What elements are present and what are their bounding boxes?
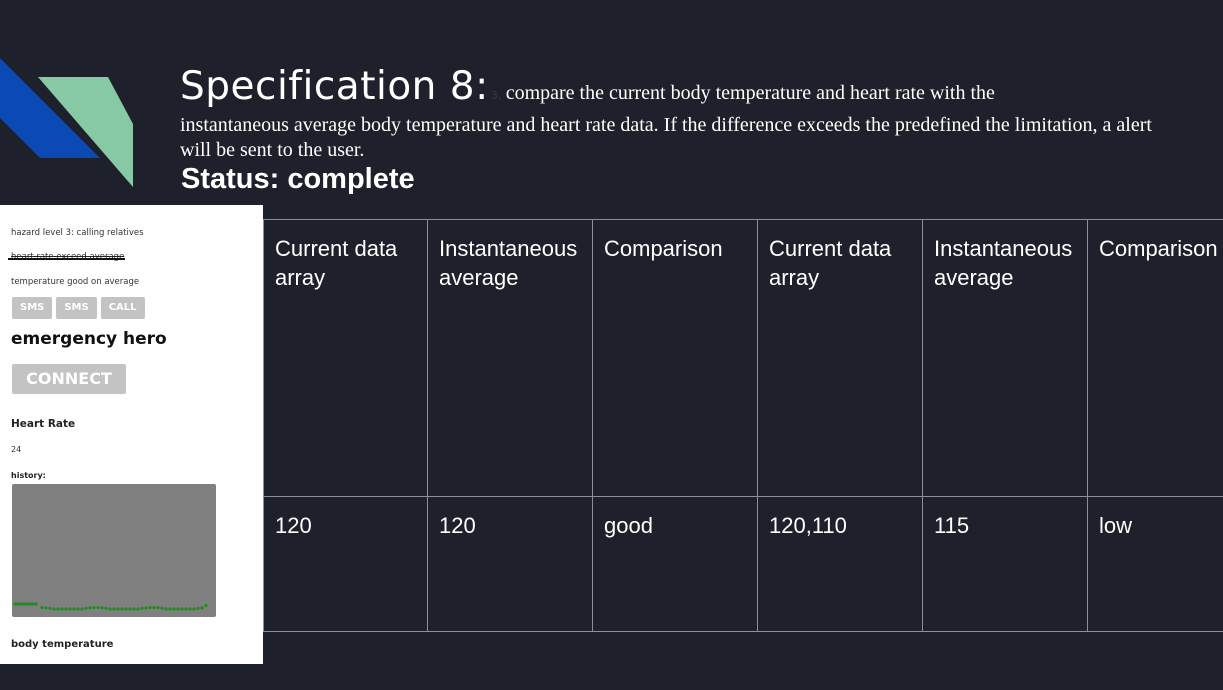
history-point [124,607,128,611]
history-point [104,606,108,610]
history-point [22,602,26,606]
history-point [120,607,124,611]
app-screenshot: hazard level 3: calling relatives heart … [0,205,263,664]
history-point [176,607,180,611]
history-point [184,607,188,611]
history-point [84,606,88,610]
history-point [168,607,172,611]
hazard-text: hazard level 3: calling relatives [11,228,144,238]
history-point [25,602,29,606]
history-point [19,602,23,606]
history-point [132,607,136,611]
history-point [204,603,208,608]
history-point [156,606,160,610]
history-point [160,606,164,610]
history-point [40,605,44,610]
temperature-status-text: temperature good on average [11,277,140,287]
call-button[interactable]: CALL [100,297,145,319]
history-point [52,607,56,611]
history-point [76,607,80,611]
history-point [44,606,48,610]
history-point [136,607,140,611]
table-header-cell: Current data array [263,219,427,496]
app-title: emergency hero [11,329,167,349]
history-point [188,607,192,611]
history-point [128,607,132,611]
table-header-cell: Comparison [592,219,757,496]
status-text: Status: complete [181,163,415,195]
table-cell: 120 [263,496,427,631]
description-text: instantaneous average body temperature a… [180,114,1152,161]
table-header-cell: Instantaneous average [922,219,1087,496]
connect-button[interactable]: CONNECT [12,364,126,394]
history-point [68,607,72,611]
history-label: history: [11,471,46,480]
heart-rate-label: Heart Rate [11,418,76,430]
history-point [200,606,204,610]
table-cell: 120,110 [757,496,922,631]
history-point [196,606,200,611]
history-point [144,606,148,610]
logo [0,58,133,187]
history-point [88,606,92,610]
table-cell: 120 [427,496,592,631]
history-point [164,607,168,611]
history-point [140,606,144,611]
table-bottom-border [263,631,1223,632]
body-temperature-label: body temperature [11,639,114,650]
history-point [80,607,84,611]
history-point [152,605,156,610]
history-point [31,602,35,606]
table-cell: good [592,496,757,631]
table-cell: 115 [922,496,1087,631]
page-title: Specification 8: [180,64,489,109]
history-point [13,602,17,606]
table-header-cell: Instantaneous average [427,219,592,496]
history-point [180,607,184,611]
history-point [48,606,52,610]
history-point [56,607,60,611]
history-point [108,607,112,611]
action-button-row: SMS SMS CALL [12,297,145,319]
history-point [96,605,100,610]
heart-rate-alert-text: heart rate exceed average [11,252,125,262]
history-point [28,602,32,606]
table-cell: low [1087,496,1223,631]
history-point [72,607,76,611]
history-point [116,607,120,611]
history-point [64,607,68,611]
table-header-cell: Comparison [1087,219,1223,496]
sms-button-2[interactable]: SMS [56,297,97,319]
alert-underline [8,258,125,260]
table-header-cell: Current data array [757,219,922,496]
history-point [60,607,64,611]
history-point [172,607,176,611]
history-point [34,602,38,606]
history-graph [12,484,216,617]
history-point [192,607,196,611]
history-point [92,605,96,610]
description-first-line: compare the current body temperature and… [505,82,995,104]
spec-number: 3. [490,89,502,102]
heart-rate-value: 24 [11,445,22,454]
sms-button[interactable]: SMS [12,297,53,319]
history-point [100,606,104,610]
history-point [148,605,152,610]
title-line: Specification 8: 3. compare the current b… [180,64,995,109]
history-point [16,602,20,606]
history-point [112,607,116,611]
